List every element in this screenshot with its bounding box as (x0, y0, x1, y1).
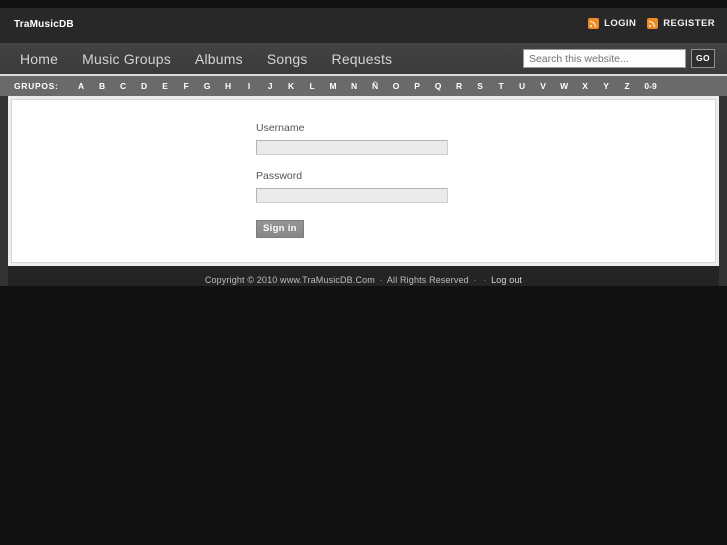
groups-alphabet-bar: GRUPOS: A B C D E F G H I J K L M N Ñ O … (0, 76, 727, 96)
alpha-letter-m[interactable]: M (323, 81, 344, 91)
alpha-letter-digits[interactable]: 0-9 (638, 81, 664, 91)
alpha-letter-l[interactable]: L (302, 81, 323, 91)
page-background-below-fold (0, 286, 727, 545)
alpha-letter-a[interactable]: A (71, 81, 92, 91)
alpha-letter-s[interactable]: S (470, 81, 491, 91)
login-link[interactable]: LOGIN (588, 18, 636, 29)
alpha-letter-u[interactable]: U (512, 81, 533, 91)
search-input[interactable] (522, 49, 686, 68)
alpha-letter-x[interactable]: X (575, 81, 596, 91)
site-title: TraMusicDB (14, 19, 74, 30)
nav-item-list: Home Music Groups Albums Songs Requests (14, 43, 404, 74)
alpha-letter-y[interactable]: Y (596, 81, 617, 91)
alpha-letter-e[interactable]: E (155, 81, 176, 91)
search-area: GO (522, 49, 715, 68)
alpha-letter-v[interactable]: V (533, 81, 554, 91)
username-input[interactable] (256, 140, 448, 155)
password-input[interactable] (256, 188, 448, 203)
sign-in-button[interactable]: Sign in (256, 220, 304, 238)
nav-item-songs[interactable]: Songs (255, 51, 320, 67)
nav-item-music-groups[interactable]: Music Groups (70, 51, 183, 67)
alpha-letter-b[interactable]: B (92, 81, 113, 91)
grupos-label: GRUPOS: (14, 81, 59, 91)
alpha-letter-k[interactable]: K (281, 81, 302, 91)
page-frame: TraMusicDB LOGIN REGISTER Home Music Gro… (0, 8, 727, 294)
browser-viewport: TraMusicDB LOGIN REGISTER Home Music Gro… (0, 0, 727, 545)
alpha-letter-p[interactable]: P (407, 81, 428, 91)
nav-item-home[interactable]: Home (14, 51, 70, 67)
footer-rights: All Rights Reserved (386, 275, 469, 285)
alpha-letter-n[interactable]: N (344, 81, 365, 91)
alpha-letter-g[interactable]: G (197, 81, 218, 91)
register-link-label: REGISTER (663, 18, 715, 29)
footer-separator: · (483, 275, 487, 285)
footer-separator: · (379, 275, 383, 285)
footer-text: Copyright © 2010 www.TraMusicDB.Com · Al… (205, 275, 522, 285)
header-account-links: LOGIN REGISTER (588, 18, 715, 29)
search-go-button[interactable]: GO (690, 49, 715, 68)
alpha-letter-r[interactable]: R (449, 81, 470, 91)
rss-icon (588, 18, 600, 29)
alpha-letter-h[interactable]: H (218, 81, 239, 91)
main-navigation: Home Music Groups Albums Songs Requests … (0, 43, 727, 76)
alpha-letter-j[interactable]: J (260, 81, 281, 91)
content-wrapper: Username Password Sign in (8, 96, 719, 266)
nav-item-albums[interactable]: Albums (183, 51, 255, 67)
nav-item-requests[interactable]: Requests (320, 51, 405, 67)
alpha-letter-q[interactable]: Q (428, 81, 449, 91)
login-link-label: LOGIN (604, 18, 637, 29)
alpha-letter-z[interactable]: Z (617, 81, 638, 91)
footer-separator: · (473, 275, 477, 285)
alpha-letter-i[interactable]: I (239, 81, 260, 91)
alpha-letter-f[interactable]: F (176, 81, 197, 91)
footer-copyright: Copyright © 2010 www.TraMusicDB.Com (204, 275, 375, 285)
site-header: TraMusicDB LOGIN REGISTER (0, 8, 727, 43)
username-label: Username (256, 122, 305, 134)
register-link[interactable]: REGISTER (647, 18, 715, 29)
alpha-letter-o[interactable]: O (386, 81, 407, 91)
alpha-letter-enye[interactable]: Ñ (365, 81, 386, 91)
rss-icon (647, 18, 659, 29)
password-label: Password (256, 170, 303, 182)
alpha-letter-d[interactable]: D (134, 81, 155, 91)
alpha-letter-w[interactable]: W (554, 81, 575, 91)
alpha-letter-c[interactable]: C (113, 81, 134, 91)
alpha-letter-t[interactable]: T (491, 81, 512, 91)
content-area: Username Password Sign in (11, 99, 716, 263)
login-form: Username Password Sign in (256, 122, 448, 238)
logout-link[interactable]: Log out (491, 275, 522, 285)
top-strip (0, 0, 727, 8)
